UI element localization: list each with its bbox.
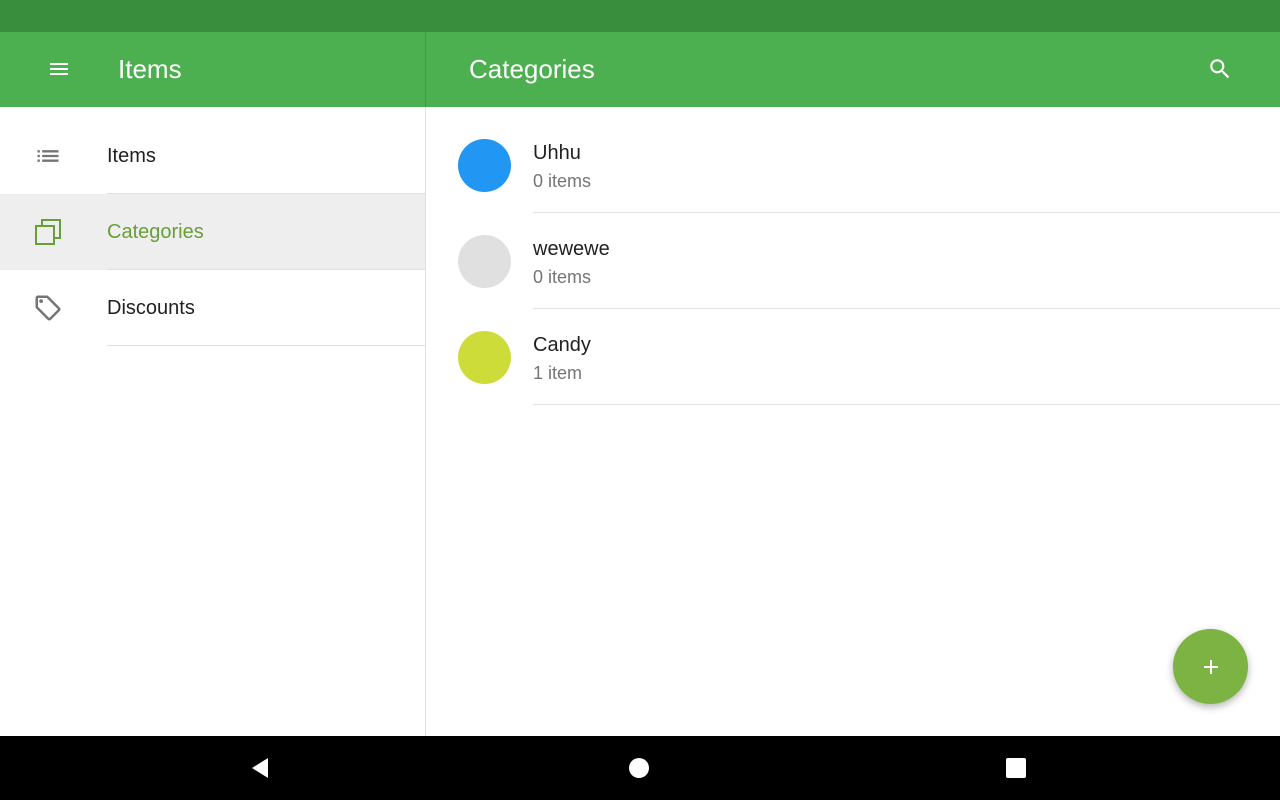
status-bar <box>0 0 1280 32</box>
categories-list: Uhhu 0 items wewewe 0 items Candy 1 item <box>426 107 1280 736</box>
sidebar-item-label: Discounts <box>107 297 195 319</box>
sidebar-item-items[interactable]: Items <box>0 118 425 194</box>
page-title: Categories <box>469 54 595 84</box>
list-item[interactable]: Candy 1 item <box>426 299 1280 405</box>
divider <box>107 345 425 346</box>
menu-icon <box>50 63 68 75</box>
drawer-title: Items <box>118 54 182 84</box>
recents-icon <box>1006 758 1026 778</box>
app-bar-left: Items <box>0 32 425 107</box>
search-icon <box>1210 59 1230 79</box>
back-icon <box>252 758 268 778</box>
sidebar-item-label: Categories <box>107 221 204 243</box>
list-icon <box>37 150 59 162</box>
back-button[interactable] <box>230 744 290 792</box>
category-name: wewewe <box>533 238 610 260</box>
categories-icon <box>35 219 61 245</box>
category-name: Uhhu <box>533 142 581 164</box>
search-button[interactable] <box>1196 45 1244 93</box>
divider <box>533 404 1280 405</box>
tag-icon <box>35 295 61 321</box>
list-item[interactable]: Uhhu 0 items <box>426 107 1280 213</box>
category-item-count: 1 item <box>533 363 583 383</box>
system-nav-bar <box>0 736 1280 800</box>
category-color-dot <box>458 331 511 384</box>
sidebar-item-categories[interactable]: Categories <box>0 194 425 270</box>
home-icon <box>629 758 649 778</box>
sidebar-item-label: Items <box>107 145 156 167</box>
category-name: Candy <box>533 334 591 356</box>
list-item[interactable]: wewewe 0 items <box>426 203 1280 309</box>
category-item-count: 0 items <box>533 267 592 287</box>
sidebar: Items Categories Discounts <box>0 107 425 736</box>
app-bar-divider <box>425 32 426 107</box>
category-color-dot <box>458 235 511 288</box>
home-button[interactable] <box>609 744 669 792</box>
category-color-dot <box>458 139 511 192</box>
plus-icon <box>1203 659 1218 674</box>
add-category-button[interactable] <box>1173 629 1248 704</box>
recents-button[interactable] <box>986 744 1046 792</box>
menu-button[interactable] <box>35 48 83 90</box>
category-item-count: 0 items <box>533 171 592 191</box>
app-bar: Items Categories <box>0 32 1280 107</box>
sidebar-item-discounts[interactable]: Discounts <box>0 270 425 346</box>
